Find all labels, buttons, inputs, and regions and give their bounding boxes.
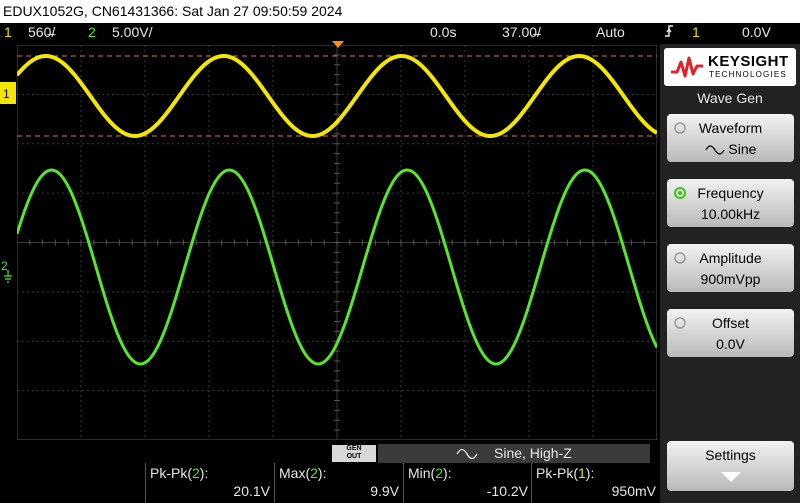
menu-title: Wave Gen bbox=[697, 90, 763, 106]
ch2-marker-label: 2 bbox=[1, 259, 8, 273]
measurement-pkpk-ch1[interactable]: Pk-Pk(1): 950mV bbox=[531, 463, 660, 503]
waveform-display[interactable] bbox=[17, 45, 657, 440]
softkey-panel: KEYSIGHT TECHNOLOGIES Wave Gen Waveform … bbox=[660, 44, 800, 503]
logo-sub: TECHNOLOGIES bbox=[709, 70, 787, 79]
ch1-number[interactable]: 1 bbox=[4, 23, 12, 41]
settings-label: Settings bbox=[705, 447, 756, 463]
ch1-scale[interactable]: 560̶/ bbox=[28, 23, 55, 41]
meas-label: Max( bbox=[279, 465, 311, 481]
measurement-pkpk-ch2[interactable]: Pk-Pk(2): 20.1V bbox=[145, 463, 274, 503]
gen-badge-line1: GEN bbox=[346, 445, 362, 452]
trigger-position-marker[interactable] bbox=[332, 41, 344, 49]
meas-label: Min( bbox=[408, 465, 436, 481]
measurement-min-ch2[interactable]: Min(2): -10.2V bbox=[403, 463, 532, 503]
time-scale[interactable]: 37.00̶/ bbox=[502, 23, 541, 41]
meas-label: Pk-Pk( bbox=[536, 465, 578, 481]
meas-close: ): bbox=[585, 465, 595, 481]
arrow-down-icon bbox=[721, 472, 741, 482]
sine-wave-icon bbox=[704, 145, 725, 155]
ch1-marker-label: 1 bbox=[3, 87, 10, 101]
frequency-label: Frequency bbox=[697, 185, 764, 201]
offset-label: Offset bbox=[711, 315, 750, 331]
measurements-bar: Pk-Pk(2): 20.1V Max(2): 9.9V Min(2): -10… bbox=[0, 463, 660, 503]
meas-chan: 2 bbox=[310, 465, 318, 481]
ch2-number[interactable]: 2 bbox=[88, 23, 96, 41]
ch2-ground-marker[interactable]: 2 bbox=[0, 256, 18, 284]
wavegen-status-bar: GEN OUT Sine, High-Z bbox=[0, 443, 660, 463]
gen-status-text: Sine, High-Z bbox=[494, 445, 572, 461]
ch2-scale[interactable]: 5.00V/ bbox=[112, 23, 152, 41]
waveform-label: Waveform bbox=[698, 120, 763, 136]
gen-out-badge[interactable]: GEN OUT bbox=[332, 445, 376, 462]
meas-chan: 2 bbox=[192, 465, 200, 481]
offset-softkey[interactable]: Offset 0.0V bbox=[667, 309, 794, 357]
waveform-value: Sine bbox=[728, 141, 757, 157]
trigger-mode[interactable]: Auto bbox=[596, 23, 625, 41]
waveform-softkey[interactable]: Waveform Sine bbox=[667, 114, 794, 162]
frequency-value: 10.00kHz bbox=[700, 206, 761, 222]
meas-close: ): bbox=[199, 465, 209, 481]
meas-value: 950mV bbox=[611, 483, 656, 499]
keysight-wave-icon bbox=[671, 56, 703, 78]
meas-close: ): bbox=[317, 465, 327, 481]
gen-status: Sine, High-Z bbox=[378, 444, 650, 463]
meas-close: ): bbox=[443, 465, 452, 481]
amplitude-value: 900mVpp bbox=[700, 271, 761, 287]
logo-name: KEYSIGHT bbox=[708, 53, 789, 70]
ch1-ground-marker[interactable]: 1 bbox=[0, 76, 18, 108]
amplitude-softkey[interactable]: Amplitude 900mVpp bbox=[667, 244, 794, 292]
status-bar: 1 560̶/ 2 5.00V/ 0.0s 37.00̶/ Auto 1 0.0… bbox=[0, 23, 800, 41]
time-delay[interactable]: 0.0s bbox=[430, 23, 456, 41]
settings-softkey[interactable]: Settings bbox=[667, 441, 794, 491]
trigger-level[interactable]: 0.0V bbox=[742, 23, 771, 41]
meas-value: 20.1V bbox=[233, 483, 270, 499]
gen-badge-line2: OUT bbox=[346, 453, 362, 460]
meas-label: Pk-Pk( bbox=[150, 465, 192, 481]
offset-value: 0.0V bbox=[716, 336, 745, 352]
frequency-softkey[interactable]: Frequency 10.00kHz bbox=[667, 179, 794, 227]
meas-chan: 2 bbox=[435, 465, 444, 481]
amplitude-label: Amplitude bbox=[699, 250, 762, 266]
measurement-max-ch2[interactable]: Max(2): 9.9V bbox=[274, 463, 403, 503]
rising-edge-trigger-icon bbox=[664, 23, 674, 43]
trigger-source[interactable]: 1 bbox=[692, 23, 700, 41]
keysight-logo: KEYSIGHT TECHNOLOGIES bbox=[664, 48, 796, 86]
title-text: EDUX1052G, CN61431366: Sat Jan 27 09:50:… bbox=[3, 3, 343, 19]
meas-chan: 1 bbox=[578, 465, 586, 481]
title-bar: EDUX1052G, CN61431366: Sat Jan 27 09:50:… bbox=[0, 0, 800, 23]
sine-wave-icon bbox=[456, 448, 478, 459]
meas-value: -10.2V bbox=[486, 483, 528, 499]
meas-value: 9.9V bbox=[370, 483, 399, 499]
